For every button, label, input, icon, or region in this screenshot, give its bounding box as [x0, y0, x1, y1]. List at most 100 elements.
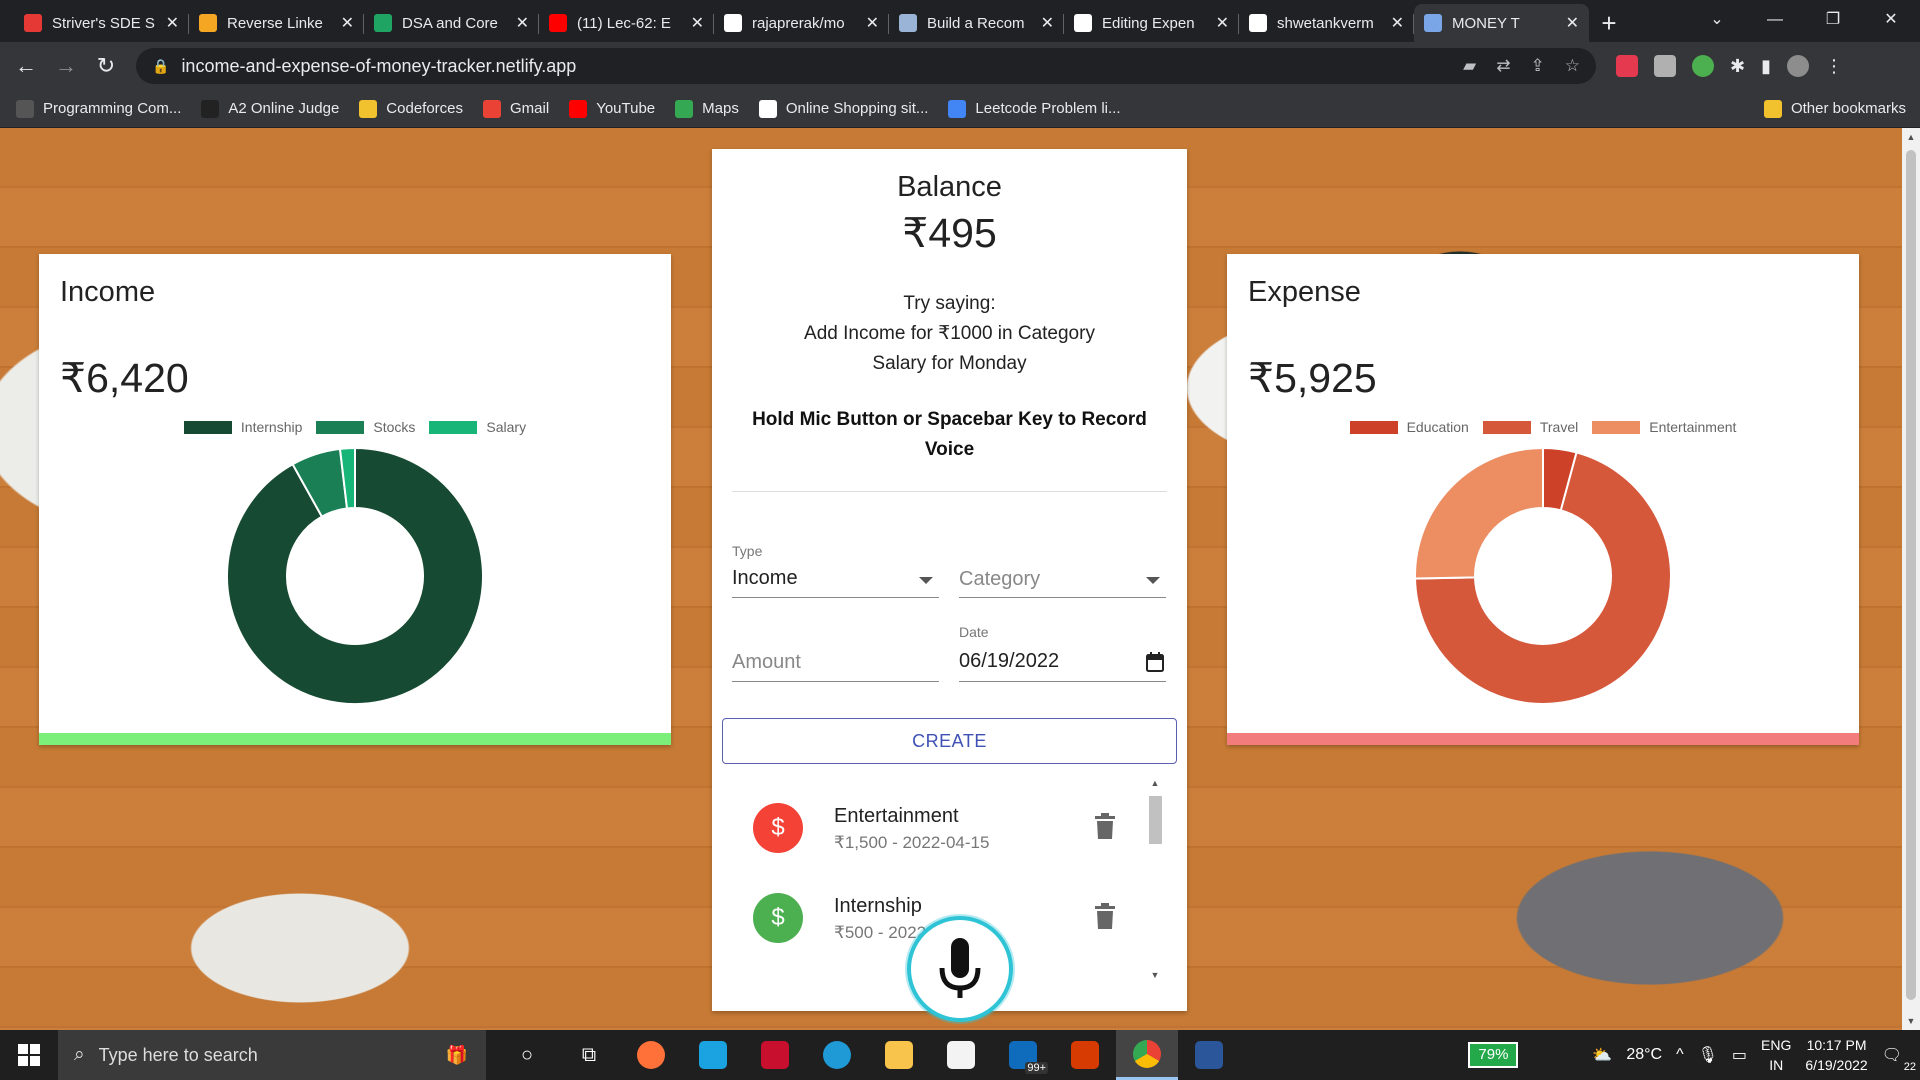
other-bookmarks[interactable]: Other bookmarks [1763, 99, 1906, 118]
bookmark-item[interactable]: Gmail [483, 99, 549, 118]
menu-kebab-icon[interactable]: ⋮ [1825, 56, 1843, 77]
cortana-icon[interactable]: ○ [496, 1030, 558, 1080]
url-text[interactable]: income-and-expense-of-money-tracker.netl… [181, 56, 576, 77]
type-select[interactable]: Type Income [732, 543, 939, 598]
forward-icon[interactable]: → [46, 53, 86, 79]
bookmark-item[interactable]: Leetcode Problem li... [948, 99, 1121, 118]
close-tab-icon[interactable]: ✕ [341, 13, 354, 33]
close-tab-icon[interactable]: ✕ [866, 13, 879, 33]
new-tab-button[interactable]: + [1589, 4, 1629, 42]
edge-icon[interactable] [806, 1030, 868, 1080]
close-tab-icon[interactable]: ✕ [516, 13, 529, 33]
weather-icon[interactable]: ⛅ [1592, 1045, 1612, 1065]
tab-item[interactable]: DSA and Core ✕ [364, 4, 539, 42]
calendar-icon[interactable] [1146, 652, 1164, 672]
legend-item[interactable]: Entertainment [1592, 419, 1736, 435]
legend-item[interactable]: Salary [429, 419, 526, 435]
close-window-icon[interactable]: ✕ [1862, 0, 1920, 40]
share-icon[interactable]: ⇪ [1531, 56, 1545, 76]
puzzle-icon[interactable]: ✱ [1730, 56, 1745, 77]
reload-icon[interactable]: ↻ [86, 53, 126, 79]
scroll-up-icon[interactable]: ▲ [1146, 778, 1164, 788]
word-icon[interactable] [1178, 1030, 1240, 1080]
category-select[interactable]: Category [959, 543, 1166, 598]
date-value[interactable]: 06/19/2022 [959, 650, 1059, 673]
bookmark-star-icon[interactable]: ☆ [1565, 56, 1580, 76]
legend-item[interactable]: Internship [183, 419, 302, 435]
bookmark-item[interactable]: Online Shopping sit... [758, 99, 928, 118]
trash-icon[interactable] [1094, 903, 1116, 929]
chevron-down-icon[interactable] [1146, 577, 1160, 584]
mail-icon[interactable]: 99+ [992, 1030, 1054, 1080]
close-tab-icon[interactable]: ✕ [1566, 13, 1579, 33]
chrome-icon[interactable] [1116, 1030, 1178, 1080]
tab-item[interactable]: Editing Expen ✕ [1064, 4, 1239, 42]
back-icon[interactable]: ← [6, 53, 46, 79]
close-tab-icon[interactable]: ✕ [1041, 13, 1054, 33]
bookmark-item[interactable]: YouTube [569, 99, 655, 118]
app-l-icon[interactable] [682, 1030, 744, 1080]
language-indicator[interactable]: ENG IN [1761, 1035, 1791, 1075]
close-tab-icon[interactable]: ✕ [1391, 13, 1404, 33]
list-scrollbar[interactable]: ▲ ▼ [1146, 776, 1164, 982]
store-icon[interactable] [930, 1030, 992, 1080]
windows-start-button[interactable] [0, 1030, 58, 1080]
office-icon[interactable] [1054, 1030, 1116, 1080]
close-tab-icon[interactable]: ✕ [691, 13, 704, 33]
bookmark-item[interactable]: Codeforces [359, 99, 463, 118]
category-placeholder[interactable]: Category [959, 568, 1040, 591]
restore-icon[interactable]: ❐ [1804, 0, 1862, 40]
legend-item[interactable]: Stocks [316, 419, 415, 435]
chevron-down-icon[interactable] [919, 577, 933, 584]
list-item[interactable]: $ Entertainment ₹1,500 - 2022-04-15 [732, 775, 1177, 865]
trash-icon[interactable] [1094, 813, 1116, 839]
search-highlight-icon[interactable]: 🎁 [446, 1045, 468, 1066]
weather-temp[interactable]: 28°C [1626, 1046, 1662, 1064]
lock-icon[interactable]: 🔒 [152, 58, 169, 75]
tab-item[interactable]: MONEY T ✕ [1414, 4, 1589, 42]
create-button[interactable]: CREATE [722, 718, 1177, 764]
translate-icon[interactable]: ⇄ [1496, 56, 1510, 76]
legend-item[interactable]: Travel [1482, 419, 1578, 435]
minimize-icon[interactable]: — [1746, 0, 1804, 40]
mic-button[interactable] [907, 916, 1013, 1022]
bookmark-item[interactable]: Programming Com... [16, 99, 181, 118]
scroll-down-icon[interactable]: ▼ [1902, 1016, 1920, 1026]
scroll-up-icon[interactable]: ▲ [1902, 132, 1920, 142]
address-bar[interactable]: 🔒 income-and-expense-of-money-tracker.ne… [136, 48, 1596, 84]
sidepanel-icon[interactable]: ▮ [1761, 56, 1771, 77]
donut-slice-entertainment[interactable] [1414, 447, 1544, 580]
file-explorer-icon[interactable] [868, 1030, 930, 1080]
page-scroll-thumb[interactable] [1906, 150, 1916, 1000]
analytics-extension-icon[interactable] [1654, 55, 1676, 77]
tab-item[interactable]: Striver's SDE S ✕ [14, 4, 189, 42]
list-scroll-thumb[interactable] [1149, 796, 1162, 844]
amount-placeholder[interactable]: Amount [732, 651, 801, 674]
clock[interactable]: 10:17 PM 6/19/2022 [1805, 1035, 1867, 1075]
battery-indicator[interactable]: 79% [1468, 1042, 1519, 1068]
type-value[interactable]: Income [732, 567, 798, 590]
profile-avatar[interactable] [1787, 55, 1809, 77]
mic-tray-icon[interactable]: 🎙 [1698, 1045, 1718, 1065]
tab-item[interactable]: (11) Lec-62: E ✕ [539, 4, 714, 42]
tab-item[interactable]: Build a Recom ✕ [889, 4, 1064, 42]
network-icon[interactable]: ▭ [1732, 1045, 1747, 1065]
scroll-down-icon[interactable]: ▼ [1146, 970, 1164, 980]
tab-item[interactable]: Reverse Linke ✕ [189, 4, 364, 42]
bookmark-item[interactable]: A2 Online Judge [201, 99, 339, 118]
notification-icon[interactable]: 🗨 22 [1882, 1045, 1916, 1073]
task-view-icon[interactable]: ⧉ [558, 1030, 620, 1080]
bookmark-item[interactable]: Maps [675, 99, 739, 118]
chevron-up-icon[interactable]: ^ [1676, 1046, 1684, 1064]
firefox-icon[interactable] [620, 1030, 682, 1080]
close-tab-icon[interactable]: ✕ [1216, 13, 1229, 33]
date-field[interactable]: Date 06/19/2022 [959, 624, 1166, 682]
camera-icon[interactable]: ▰ [1463, 56, 1476, 76]
legend-item[interactable]: Education [1349, 419, 1469, 435]
page-scrollbar[interactable]: ▲ ▼ [1902, 128, 1920, 1030]
tab-item[interactable]: rajaprerak/mo ✕ [714, 4, 889, 42]
tab-search-icon[interactable]: ⌄ [1688, 0, 1746, 40]
tab-item[interactable]: shwetankverm ✕ [1239, 4, 1414, 42]
amount-field[interactable]: Amount [732, 624, 939, 682]
close-tab-icon[interactable]: ✕ [166, 13, 179, 33]
